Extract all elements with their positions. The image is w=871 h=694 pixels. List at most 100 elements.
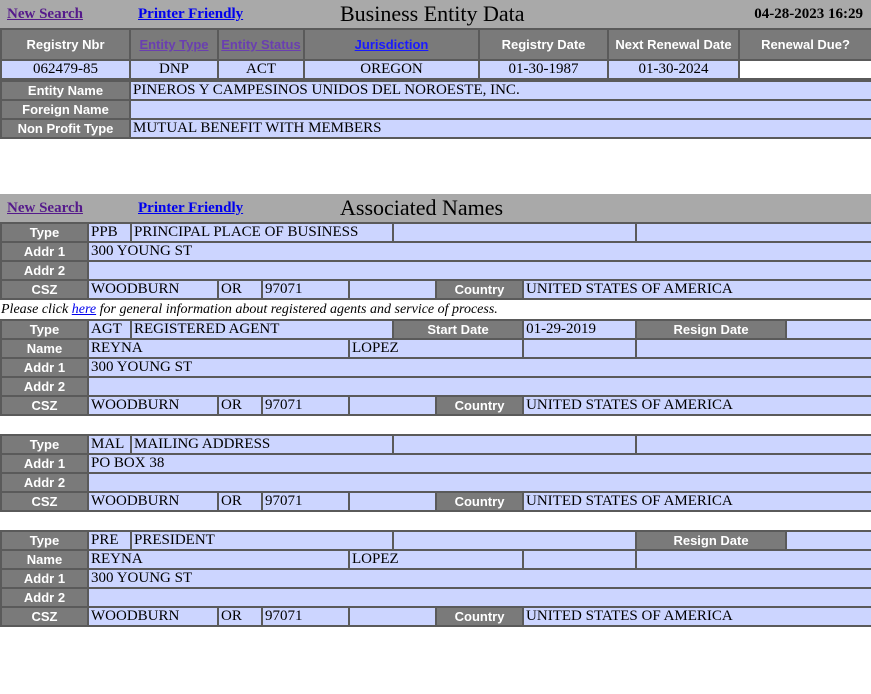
mal-addr1: PO BOX 38 bbox=[86, 453, 871, 474]
pre-city: WOODBURN bbox=[87, 606, 219, 627]
entity-status-header: Entity Status bbox=[217, 28, 305, 61]
renewal-due-header: Renewal Due? bbox=[738, 28, 871, 61]
ppb-zip: 97071 bbox=[261, 279, 350, 300]
mal-state: OR bbox=[217, 491, 263, 512]
non-profit-type-value: MUTUAL BENEFIT WITH MEMBERS bbox=[129, 118, 871, 139]
agt-addr2 bbox=[86, 376, 871, 397]
entity-type-link[interactable]: Entity Type bbox=[139, 37, 208, 52]
ppb-empty-cell bbox=[392, 222, 637, 243]
new-search-link-2[interactable]: New Search bbox=[7, 200, 83, 216]
entity-name-label: Entity Name bbox=[0, 80, 131, 101]
country-label: Country bbox=[435, 279, 524, 300]
mal-block: Type MAL MAILING ADDRESS Addr 1 PO BOX 3… bbox=[0, 434, 871, 512]
csz-label: CSZ bbox=[0, 491, 89, 512]
resign-date-label: Resign Date bbox=[638, 533, 788, 548]
csz-label: CSZ bbox=[0, 395, 89, 416]
registry-date-value: 01-30-1987 bbox=[478, 59, 609, 80]
name-label: Name bbox=[0, 338, 89, 359]
mal-code: MAL bbox=[87, 434, 132, 455]
type-label: Type bbox=[0, 530, 89, 551]
addr2-label: Addr 2 bbox=[0, 260, 89, 281]
ppb-code: PPB bbox=[87, 222, 132, 243]
ppb-country: UNITED STATES OF AMERICA bbox=[522, 279, 871, 300]
agent-info-note: Please click here for general informatio… bbox=[0, 300, 871, 319]
pre-description: PRESIDENT bbox=[129, 530, 395, 551]
foreign-name-label: Foreign Name bbox=[0, 99, 131, 120]
mal-description: MAILING ADDRESS bbox=[129, 434, 395, 455]
ppb-state: OR bbox=[217, 279, 263, 300]
addr1-label: Addr 1 bbox=[0, 568, 89, 589]
agt-first-name: REYNA bbox=[87, 338, 350, 359]
associated-names-title: Associated Names bbox=[340, 195, 504, 220]
mal-country: UNITED STATES OF AMERICA bbox=[522, 491, 871, 512]
agt-empty-cell bbox=[347, 395, 438, 416]
pre-resign-date bbox=[786, 533, 871, 548]
registry-nbr-value: 062479-85 bbox=[0, 59, 131, 80]
ppb-addr1: 300 YOUNG ST bbox=[87, 241, 871, 262]
printer-friendly-link-2[interactable]: Printer Friendly bbox=[138, 200, 243, 216]
type-label: Type bbox=[0, 434, 89, 455]
mal-empty-cell-2 bbox=[635, 434, 871, 455]
foreign-name-value bbox=[129, 99, 871, 120]
next-renewal-date-header: Next Renewal Date bbox=[607, 28, 740, 61]
agt-resign-date bbox=[786, 322, 871, 337]
type-label: Type bbox=[0, 319, 89, 340]
printer-friendly-link[interactable]: Printer Friendly bbox=[138, 6, 243, 22]
jurisdiction-link[interactable]: Jurisdiction bbox=[355, 37, 429, 52]
mal-empty-cell bbox=[392, 434, 638, 455]
next-renewal-date-value: 01-30-2024 bbox=[607, 59, 740, 80]
addr1-label: Addr 1 bbox=[0, 241, 89, 262]
pre-first-name: REYNA bbox=[87, 549, 350, 570]
mal-city: WOODBURN bbox=[87, 491, 219, 512]
addr2-label: Addr 2 bbox=[0, 587, 89, 608]
registry-date-header: Registry Date bbox=[478, 28, 609, 61]
pre-country: UNITED STATES OF AMERICA bbox=[522, 606, 871, 627]
entity-detail-table: Entity Name PINEROS Y CAMPESINOS UNIDOS … bbox=[0, 80, 871, 139]
ppb-city: WOODBURN bbox=[87, 279, 219, 300]
jurisdiction-value: OREGON bbox=[303, 59, 480, 80]
pre-empty-cell bbox=[392, 530, 638, 551]
pre-empty-cell-3 bbox=[347, 606, 438, 627]
addr2-label: Addr 2 bbox=[0, 376, 89, 397]
mal-empty-cell-3 bbox=[347, 491, 438, 512]
agt-name-suffix bbox=[522, 338, 638, 359]
start-date-label: Start Date bbox=[392, 319, 525, 340]
pre-code: PRE bbox=[87, 530, 132, 551]
entity-summary-table: Registry Nbr Entity Type Entity Status J… bbox=[0, 28, 871, 80]
entity-header-row: Registry Nbr Entity Type Entity Status J… bbox=[0, 28, 871, 61]
mal-zip: 97071 bbox=[261, 491, 350, 512]
agt-state: OR bbox=[217, 395, 263, 416]
jurisdiction-header: Jurisdiction bbox=[303, 28, 480, 61]
agt-name-extra bbox=[635, 338, 871, 359]
non-profit-type-label: Non Profit Type bbox=[0, 118, 131, 139]
agent-info-link[interactable]: here bbox=[72, 302, 96, 317]
entity-values-row: 062479-85 DNP ACT OREGON 01-30-1987 01-3… bbox=[0, 59, 871, 80]
renewal-due-value bbox=[738, 59, 871, 80]
entity-header-bar: New Search Printer Friendly Business Ent… bbox=[0, 0, 871, 28]
type-label: Type bbox=[0, 222, 89, 243]
ppb-description: PRINCIPAL PLACE OF BUSINESS bbox=[130, 222, 394, 243]
pre-last-name: LOPEZ bbox=[347, 549, 525, 570]
addr1-label: Addr 1 bbox=[0, 453, 89, 474]
agt-block: Type AGT REGISTERED AGENT Start Date 01-… bbox=[0, 319, 871, 416]
agt-description: REGISTERED AGENT bbox=[129, 319, 395, 340]
agt-country: UNITED STATES OF AMERICA bbox=[522, 395, 871, 416]
entity-name-value: PINEROS Y CAMPESINOS UNIDOS DEL NOROESTE… bbox=[129, 80, 871, 101]
name-label: Name bbox=[0, 549, 89, 570]
resign-date-label: Resign Date bbox=[638, 322, 788, 337]
resign-date-group: Resign Date bbox=[635, 319, 871, 340]
agt-zip: 97071 bbox=[261, 395, 350, 416]
ppb-empty-cell-2 bbox=[635, 222, 871, 243]
new-search-link[interactable]: New Search bbox=[7, 6, 83, 22]
entity-type-value: DNP bbox=[129, 59, 219, 80]
resign-date-group: Resign Date bbox=[635, 530, 871, 551]
pre-name-suffix bbox=[522, 549, 638, 570]
addr2-label: Addr 2 bbox=[0, 472, 89, 493]
csz-label: CSZ bbox=[0, 279, 89, 300]
entity-status-link[interactable]: Entity Status bbox=[221, 37, 300, 52]
country-label: Country bbox=[435, 491, 525, 512]
agt-city: WOODBURN bbox=[87, 395, 219, 416]
